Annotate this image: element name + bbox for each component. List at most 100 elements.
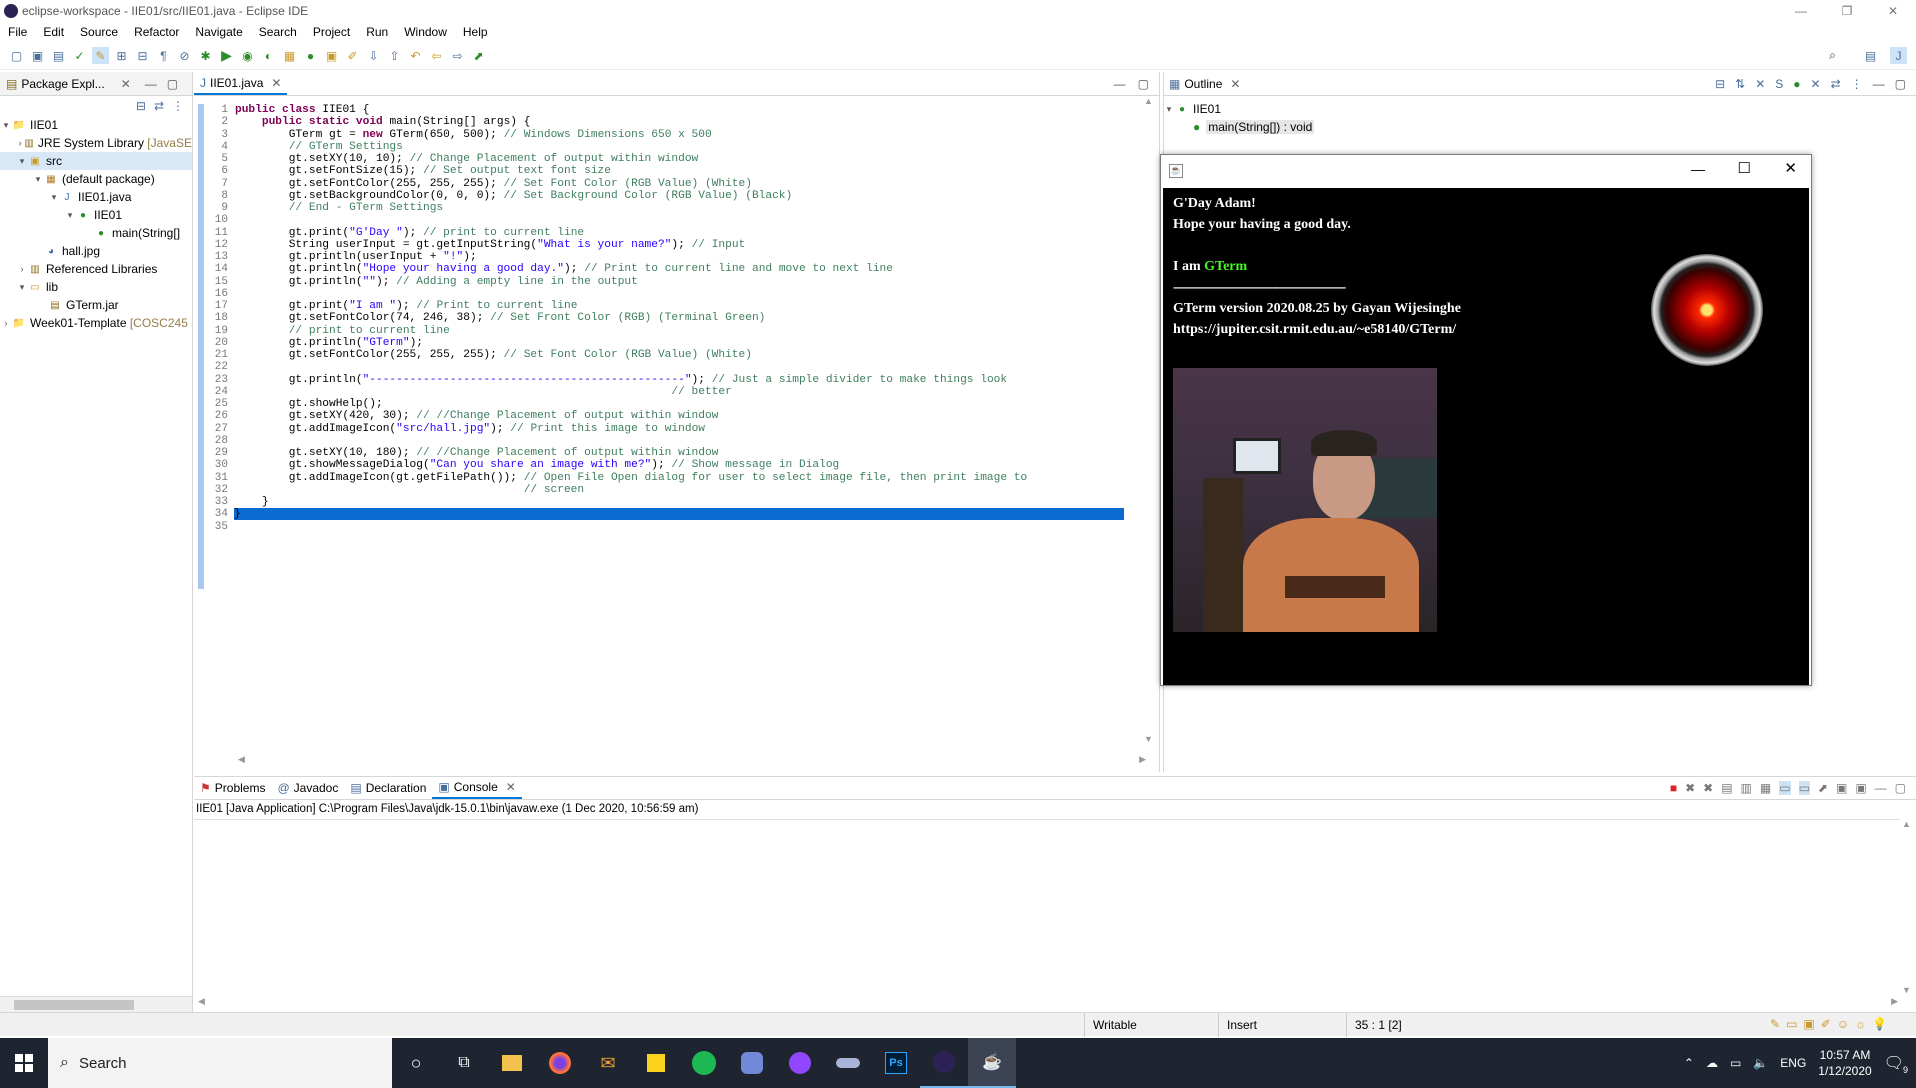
media-app-icon[interactable] xyxy=(824,1038,872,1088)
maximize-view-icon[interactable]: ▢ xyxy=(1895,781,1906,795)
tip-icon[interactable]: ✎ xyxy=(1770,1017,1780,1031)
twitch-icon[interactable] xyxy=(776,1038,824,1088)
display-console-icon[interactable]: ▣ xyxy=(1836,781,1847,795)
photoshop-icon[interactable]: Ps xyxy=(872,1038,920,1088)
tab-iie01-java[interactable]: J IIE01.java ✕ xyxy=(194,73,288,95)
show-stdout-icon[interactable]: ▭ xyxy=(1779,781,1791,795)
lightbulb-icon[interactable]: 💡 xyxy=(1872,1017,1887,1031)
hide-fields-icon[interactable]: ✕ xyxy=(1755,77,1765,91)
expand-arrow-icon[interactable]: › xyxy=(0,318,12,328)
highlight-icon[interactable]: ✐ xyxy=(1821,1017,1831,1031)
view-menu-icon[interactable]: ⋮ xyxy=(1851,77,1863,91)
code-line[interactable]: gt.addImageIcon("src/hall.jpg"); // Prin… xyxy=(235,423,705,435)
firefox-icon[interactable] xyxy=(536,1038,584,1088)
console-output[interactable] xyxy=(194,819,1900,995)
skip-breakpoints-icon[interactable]: ⊘ xyxy=(176,47,193,64)
collapse-all-icon[interactable]: ⊟ xyxy=(136,99,146,113)
terminate-icon[interactable]: ■ xyxy=(1670,781,1677,795)
last-edit-icon[interactable]: ↶ xyxy=(407,47,424,64)
collapse-arrow-icon[interactable]: ▾ xyxy=(48,192,60,203)
code-line[interactable]: gt.setFontColor(255, 255, 255); // Set F… xyxy=(235,178,752,190)
horizontal-scrollbar[interactable] xyxy=(0,996,192,1012)
maximize-view-icon[interactable]: ▢ xyxy=(167,77,178,91)
tab-problems[interactable]: ⚑ Problems xyxy=(194,777,271,799)
onedrive-icon[interactable]: ☁ xyxy=(1706,1056,1718,1070)
tree-item-image[interactable]: ◕ hall.jpg xyxy=(0,242,192,260)
tab-console[interactable]: ▣ Console ✕ xyxy=(432,777,522,799)
expand-arrow-icon[interactable]: › xyxy=(16,264,28,274)
code-line[interactable]: String userInput = gt.getInputString("Wh… xyxy=(235,239,746,251)
hide-nonpublic-icon[interactable]: ● xyxy=(1793,77,1800,91)
menu-project[interactable]: Project xyxy=(305,25,358,39)
menu-source[interactable]: Source xyxy=(72,25,126,39)
bookmark-icon[interactable]: ▭ xyxy=(1786,1017,1797,1031)
tree-item-project[interactable]: ▾ 📁 IIE01 xyxy=(0,116,192,134)
maximize-view-icon[interactable]: ▢ xyxy=(1895,77,1906,91)
coverage-icon[interactable]: ◉ xyxy=(239,47,256,64)
code-line[interactable]: gt.println(""); // Adding a empty line i… xyxy=(235,276,638,288)
code-area[interactable]: 1 public class IIE01 {2 public static voi… xyxy=(194,96,1160,756)
collapse-arrow-icon[interactable]: ▾ xyxy=(0,120,12,131)
code-line[interactable]: GTerm gt = new GTerm(650, 500); // Windo… xyxy=(235,129,712,141)
code-line[interactable]: gt.println("GTerm"); xyxy=(235,337,423,349)
tab-outline[interactable]: ▦ Outline ✕ xyxy=(1163,73,1246,95)
clock[interactable]: 10:57 AM 1/12/2020 xyxy=(1818,1047,1871,1079)
collapse-all-icon[interactable]: ⊟ xyxy=(1715,77,1725,91)
next-annotation-icon[interactable]: ⇩ xyxy=(365,47,382,64)
console-vertical-scrollbar[interactable]: ▲ ▼ xyxy=(1902,819,1916,995)
code-line[interactable]: gt.setXY(10, 180); // //Change Placement… xyxy=(235,447,719,459)
console-horizontal-scrollbar[interactable]: ◀ ▶ xyxy=(198,996,1898,1008)
scroll-lock-icon[interactable]: ▥ xyxy=(1741,781,1752,795)
code-line[interactable]: gt.setFontColor(74, 246, 38); // Set Fro… xyxy=(235,312,766,324)
code-line[interactable]: // screen xyxy=(235,484,584,496)
expand-arrow-icon[interactable]: › xyxy=(16,138,24,148)
notifications-icon[interactable]: ☼ xyxy=(1855,1017,1866,1031)
open-type-icon[interactable]: ▣ xyxy=(323,47,340,64)
external-tools-icon[interactable]: ◐ xyxy=(260,47,277,64)
outline-method[interactable]: ● main(String[]) : void xyxy=(1163,118,1916,136)
debug-icon[interactable]: ✱ xyxy=(197,47,214,64)
save-icon[interactable]: ▣ xyxy=(29,47,46,64)
code-line[interactable]: gt.setXY(420, 30); // //Change Placement… xyxy=(235,410,719,422)
close-icon[interactable]: ✕ xyxy=(271,76,281,90)
tasks-icon[interactable]: ▣ xyxy=(1803,1017,1814,1031)
restore-button[interactable]: ❐ xyxy=(1824,0,1870,22)
open-console-icon[interactable]: ▣ xyxy=(1855,781,1866,795)
link-editor-icon[interactable]: ⇄ xyxy=(1831,77,1841,91)
java-perspective-icon[interactable]: J xyxy=(1890,47,1907,64)
file-explorer-icon[interactable] xyxy=(488,1038,536,1088)
minimize-view-icon[interactable]: — xyxy=(145,77,157,91)
code-line[interactable]: gt.showHelp(); xyxy=(235,398,383,410)
hide-static-icon[interactable]: S xyxy=(1775,77,1783,91)
code-line[interactable]: gt.setFontColor(255, 255, 255); // Set F… xyxy=(235,349,752,361)
code-line[interactable]: gt.println(userInput + "!"); xyxy=(235,251,477,263)
input-language[interactable]: ENG xyxy=(1780,1056,1806,1070)
new-project-icon[interactable]: ▦ xyxy=(281,47,298,64)
show-stderr-icon[interactable]: ▭ xyxy=(1798,781,1810,795)
collapse-arrow-icon[interactable]: ▾ xyxy=(1163,104,1175,115)
code-line[interactable]: gt.setFontSize(15); // Set output text f… xyxy=(235,165,611,177)
code-line[interactable]: gt.setBackgroundColor(0, 0, 0); // Set B… xyxy=(235,190,793,202)
gterm-maximize-button[interactable]: ☐ xyxy=(1738,159,1751,177)
network-icon[interactable]: ▭ xyxy=(1730,1056,1741,1070)
eclipse-taskbar-icon[interactable] xyxy=(920,1038,968,1088)
code-line[interactable]: } xyxy=(234,508,1124,521)
tab-declaration[interactable]: ▤ Declaration xyxy=(344,777,432,799)
mail-app-icon[interactable]: ✉ xyxy=(584,1038,632,1088)
menu-help[interactable]: Help xyxy=(455,25,496,39)
hide-local-types-icon[interactable]: ✕ xyxy=(1811,77,1821,91)
code-line[interactable]: public static void main(String[] args) { xyxy=(235,116,531,128)
minimize-view-icon[interactable]: — xyxy=(1873,77,1885,91)
view-menu-icon[interactable]: ⋮ xyxy=(172,99,184,113)
code-line[interactable]: } xyxy=(235,496,269,508)
notification-center-icon[interactable]: 🗨 9 xyxy=(1884,1053,1908,1075)
pin-console-icon[interactable]: ⬈ xyxy=(1818,781,1828,795)
save-all-icon[interactable]: ▤ xyxy=(50,47,67,64)
tree-item-ref-libs[interactable]: › ▥ Referenced Libraries xyxy=(0,260,192,278)
clear-console-icon[interactable]: ▤ xyxy=(1721,781,1732,795)
tree-item-jar[interactable]: ▤ GTerm.jar xyxy=(0,296,192,314)
code-line[interactable]: gt.print("I am "); // Print to current l… xyxy=(235,300,578,312)
tree-item-method[interactable]: ● main(String[] xyxy=(0,224,192,242)
menu-run[interactable]: Run xyxy=(358,25,396,39)
task-view-icon[interactable]: ⧉ xyxy=(440,1038,488,1088)
